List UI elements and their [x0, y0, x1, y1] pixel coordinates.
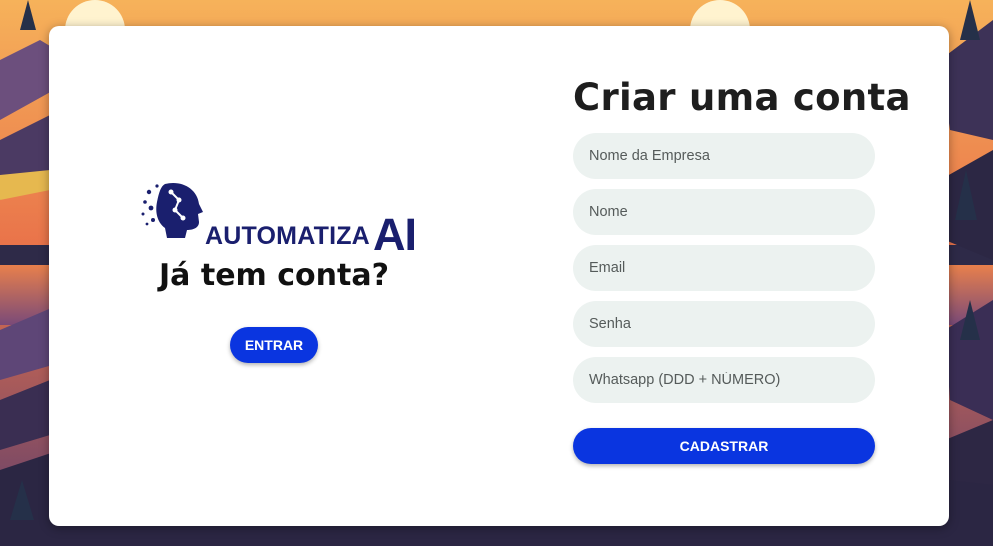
login-heading-text: Já tem conta?: [159, 258, 389, 293]
signup-form: Criar uma conta CADASTRAR: [573, 26, 910, 526]
login-button[interactable]: ENTRAR: [230, 327, 318, 363]
brand-name: AUTOMATIZA: [205, 222, 370, 250]
login-panel: AUTOMATIZAAI Já tem conta? ENTRAR: [49, 26, 499, 526]
brand-wordmark: AUTOMATIZAAI: [205, 203, 417, 260]
login-heading: Já tem conta?: [49, 258, 499, 293]
brand-ai: AI: [372, 209, 417, 260]
auth-card: AUTOMATIZAAI Já tem conta? ENTRAR Criar …: [49, 26, 949, 526]
name-input[interactable]: [573, 189, 875, 235]
signup-title: Criar uma conta: [573, 76, 911, 119]
ai-head-icon: [141, 182, 203, 238]
password-input[interactable]: [573, 301, 875, 347]
email-input[interactable]: [573, 245, 875, 291]
whatsapp-input[interactable]: [573, 357, 875, 403]
register-button[interactable]: CADASTRAR: [573, 428, 875, 464]
brand-logo: AUTOMATIZAAI: [141, 178, 417, 260]
company-name-input[interactable]: [573, 133, 875, 179]
